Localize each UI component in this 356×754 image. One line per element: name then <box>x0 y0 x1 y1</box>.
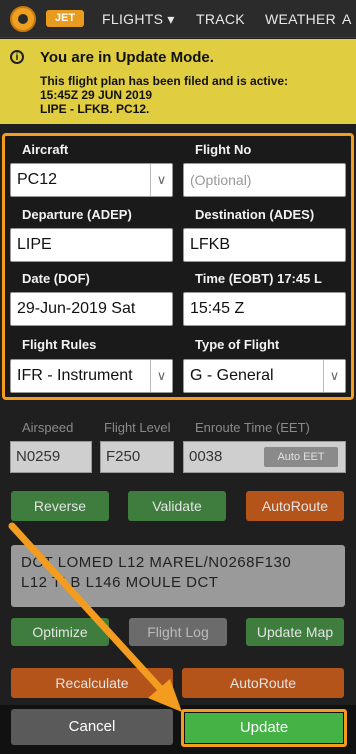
annotation-arrow-icon <box>8 522 182 712</box>
